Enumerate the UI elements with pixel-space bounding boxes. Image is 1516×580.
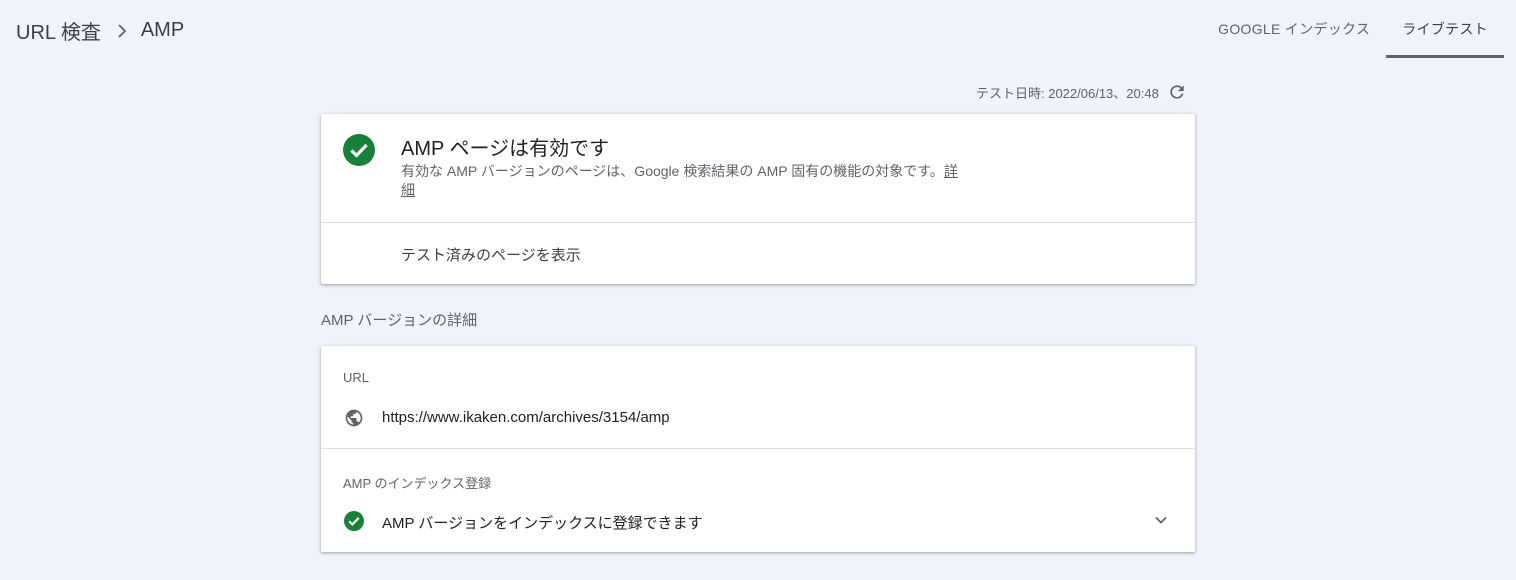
divider [321, 222, 1195, 223]
status-card: AMP ページは有効です 有効な AMP バージョンのページは、Google 検… [321, 114, 1195, 284]
globe-icon [345, 409, 363, 427]
test-date: テスト日時: 2022/06/13、20:48 [976, 82, 1187, 102]
top-bar: URL 検査 AMP GOOGLE インデックス ライブテスト [0, 0, 1516, 58]
index-value: AMP バージョンをインデックスに登録できます [382, 515, 703, 532]
chevron-down-icon[interactable] [1153, 512, 1169, 528]
index-label: AMP のインデックス登録 [343, 476, 492, 491]
status-description-text: 有効な AMP バージョンのページは、Google 検索結果の AMP 固有の機… [401, 163, 944, 179]
tab-google-index[interactable]: GOOGLE インデックス [1202, 0, 1386, 58]
tab-bar: GOOGLE インデックス ライブテスト [1202, 0, 1504, 58]
status-title: AMP ページは有効です [401, 138, 610, 160]
refresh-icon[interactable] [1167, 82, 1187, 102]
check-circle-icon [343, 134, 375, 166]
details-section-title: AMP バージョンの詳細 [321, 312, 478, 329]
breadcrumb: URL 検査 AMP [16, 16, 184, 45]
tab-live-test[interactable]: ライブテスト [1386, 0, 1504, 58]
status-description: 有効な AMP バージョンのページは、Google 検索結果の AMP 固有の機… [401, 162, 961, 200]
divider [321, 448, 1195, 449]
chevron-right-icon [118, 23, 127, 38]
details-card: URL https://www.ikaken.com/archives/3154… [321, 346, 1195, 552]
url-value: https://www.ikaken.com/archives/3154/amp [382, 409, 670, 426]
breadcrumb-parent[interactable]: URL 検査 [16, 16, 101, 45]
test-date-text: テスト日時: 2022/06/13、20:48 [976, 85, 1159, 101]
url-label: URL [343, 370, 370, 385]
check-circle-icon [344, 511, 364, 531]
breadcrumb-current: AMP [140, 19, 185, 41]
view-tested-page-button[interactable]: テスト済みのページを表示 [401, 244, 581, 265]
